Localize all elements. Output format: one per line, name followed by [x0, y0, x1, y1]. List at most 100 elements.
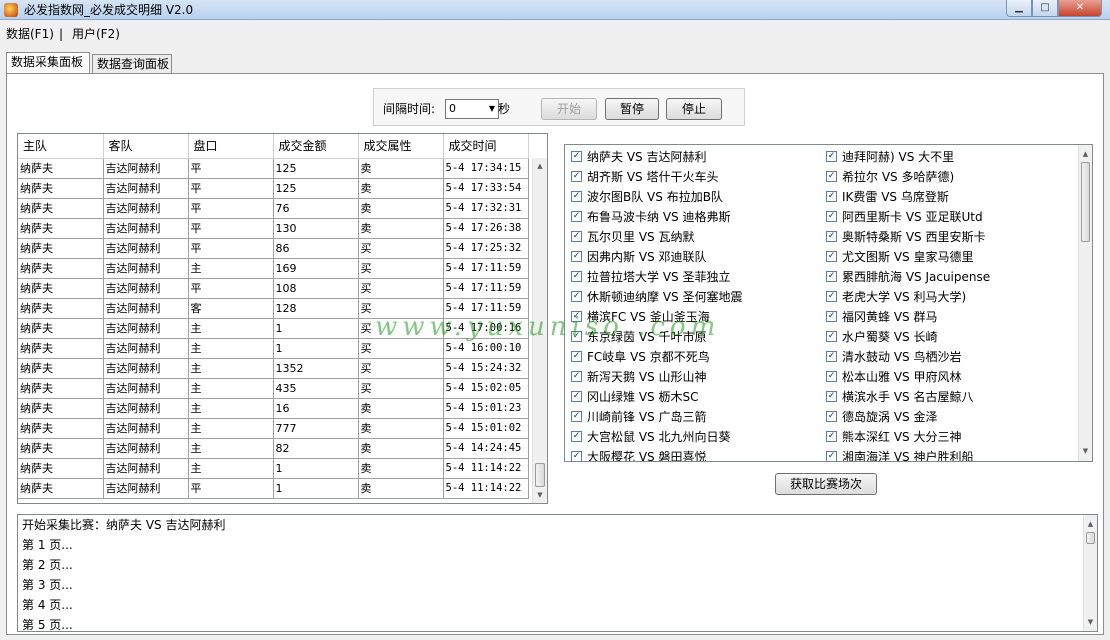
checkbox-checked-icon[interactable]: ✓	[571, 311, 582, 322]
checkbox-checked-icon[interactable]: ✓	[826, 251, 837, 262]
table-row[interactable]: 纳萨夫 吉达阿赫利主 1 买 5-4 16:00:10	[18, 338, 529, 359]
checkbox-checked-icon[interactable]: ✓	[826, 231, 837, 242]
log-line: 第 1 页...	[22, 538, 73, 552]
table-row[interactable]: 纳萨夫 吉达阿赫利平 125 卖 5-4 17:34:15	[18, 158, 529, 179]
maximize-button[interactable]: □	[1032, 0, 1058, 17]
checkbox-checked-icon[interactable]: ✓	[571, 431, 582, 442]
interval-value: 0	[449, 102, 456, 115]
table-row[interactable]: 纳萨夫 吉达阿赫利平 86 买 5-4 17:25:32	[18, 238, 529, 259]
checkbox-checked-icon[interactable]: ✓	[571, 371, 582, 382]
interval-select[interactable]: 0 ▼	[445, 99, 499, 119]
table-row[interactable]: 纳萨夫 吉达阿赫利平 108 买 5-4 17:11:59	[18, 278, 529, 299]
minimize-button[interactable]: ▁	[1006, 0, 1032, 17]
checkbox-checked-icon[interactable]: ✓	[826, 391, 837, 402]
checkbox-checked-icon[interactable]: ✓	[826, 211, 837, 222]
table-cell: 吉达阿赫利	[103, 238, 189, 259]
match-label: IK费雷 VS 乌席登斯	[842, 190, 949, 204]
checkbox-checked-icon[interactable]: ✓	[826, 451, 837, 461]
stop-button[interactable]: 停止	[666, 98, 722, 120]
log-output[interactable]: ▲ ▼ 开始采集比赛：纳萨夫 VS 吉达阿赫利第 1 页... 第 2 页... 第…	[17, 514, 1098, 632]
checkbox-checked-icon[interactable]: ✓	[571, 271, 582, 282]
table-row[interactable]: 纳萨夫 吉达阿赫利主 1 卖 5-4 11:14:22	[18, 458, 529, 479]
table-cell: 125	[273, 158, 359, 179]
table-row[interactable]: 纳萨夫 吉达阿赫利客 128 买 5-4 17:11:59	[18, 298, 529, 319]
scroll-down-icon[interactable]: ▼	[533, 489, 547, 501]
scroll-down-icon[interactable]: ▼	[1084, 616, 1097, 628]
pause-button[interactable]: 暂停	[605, 98, 659, 120]
table-row[interactable]: 纳萨夫 吉达阿赫利主 1352 买 5-4 15:24:32	[18, 358, 529, 379]
checkbox-checked-icon[interactable]: ✓	[571, 251, 582, 262]
header-attribute[interactable]: 成交属性	[358, 134, 444, 159]
header-away-team[interactable]: 客队	[103, 134, 189, 159]
scroll-up-icon[interactable]: ▲	[1084, 518, 1097, 530]
checkbox-checked-icon[interactable]: ✓	[571, 411, 582, 422]
table-row[interactable]: 纳萨夫 吉达阿赫利主 777 卖 5-4 15:01:02	[18, 418, 529, 439]
match-label: FC岐阜 VS 京都不死鸟	[587, 350, 710, 364]
table-row[interactable]: 纳萨夫 吉达阿赫利主 435 买 5-4 15:02:05	[18, 378, 529, 399]
checkbox-checked-icon[interactable]: ✓	[826, 271, 837, 282]
scroll-thumb[interactable]	[1081, 162, 1090, 242]
scroll-thumb[interactable]	[535, 463, 545, 487]
header-time[interactable]: 成交时间	[443, 134, 529, 159]
table-row[interactable]: 纳萨夫 吉达阿赫利主 169 买 5-4 17:11:59	[18, 258, 529, 279]
table-cell: 1352	[273, 358, 359, 379]
table-row[interactable]: 纳萨夫 吉达阿赫利平 130 卖 5-4 17:26:38	[18, 218, 529, 239]
log-scrollbar[interactable]: ▲ ▼	[1083, 515, 1097, 631]
table-cell: 主	[188, 318, 274, 339]
table-row[interactable]: 纳萨夫 吉达阿赫利主 16 卖 5-4 15:01:23	[18, 398, 529, 419]
checkbox-checked-icon[interactable]: ✓	[826, 151, 837, 162]
checkbox-checked-icon[interactable]: ✓	[571, 451, 582, 461]
checkbox-checked-icon[interactable]: ✓	[571, 331, 582, 342]
table-cell: 5-4 15:01:23	[443, 398, 529, 419]
table-row[interactable]: 纳萨夫 吉达阿赫利主 82 卖 5-4 14:24:45	[18, 438, 529, 459]
close-button[interactable]: ✕	[1058, 0, 1102, 17]
table-row[interactable]: 纳萨夫 吉达阿赫利平 76 卖 5-4 17:32:31	[18, 198, 529, 219]
scroll-thumb[interactable]	[1086, 532, 1095, 544]
table-row[interactable]: 纳萨夫 吉达阿赫利主 1 买 5-4 17:00:16	[18, 318, 529, 339]
checkbox-checked-icon[interactable]: ✓	[571, 351, 582, 362]
header-handicap[interactable]: 盘口	[188, 134, 274, 159]
match-scrollbar[interactable]: ▲ ▼	[1078, 145, 1092, 461]
checkbox-checked-icon[interactable]: ✓	[826, 171, 837, 182]
checkbox-checked-icon[interactable]: ✓	[826, 191, 837, 202]
table-cell: 125	[273, 178, 359, 199]
match-label: 东京绿茵 VS 千叶市原	[587, 330, 707, 344]
fetch-matches-button[interactable]: 获取比赛场次	[775, 473, 877, 495]
checkbox-checked-icon[interactable]: ✓	[571, 211, 582, 222]
match-checklist: ▲ ▼ ✓ 纳萨夫 VS 吉达阿赫利 ✓ 胡齐斯 VS 塔什干火车头 ✓ 波尔图B队 VS…	[564, 144, 1093, 462]
tab-data-query[interactable]: 数据查询面板	[92, 54, 172, 74]
table-cell: 吉达阿赫利	[103, 338, 189, 359]
checkbox-checked-icon[interactable]: ✓	[571, 391, 582, 402]
checkbox-checked-icon[interactable]: ✓	[571, 171, 582, 182]
table-cell: 5-4 17:11:59	[443, 258, 529, 279]
start-button[interactable]: 开始	[541, 98, 597, 120]
scroll-up-icon[interactable]: ▲	[533, 160, 547, 172]
table-cell: 平	[188, 198, 274, 219]
table-scrollbar[interactable]: ▲ ▼	[532, 158, 547, 503]
header-home-team[interactable]: 主队	[18, 134, 104, 159]
table-cell: 76	[273, 198, 359, 219]
scroll-down-icon[interactable]: ▼	[1079, 445, 1092, 457]
checkbox-checked-icon[interactable]: ✓	[826, 331, 837, 342]
menu-data[interactable]: 数据(F1)	[6, 24, 54, 44]
checkbox-checked-icon[interactable]: ✓	[826, 411, 837, 422]
table-row[interactable]: 纳萨夫 吉达阿赫利平 125 卖 5-4 17:33:54	[18, 178, 529, 199]
checkbox-checked-icon[interactable]: ✓	[571, 231, 582, 242]
scroll-up-icon[interactable]: ▲	[1079, 148, 1092, 160]
checkbox-checked-icon[interactable]: ✓	[571, 151, 582, 162]
table-cell: 买	[358, 278, 444, 299]
checkbox-checked-icon[interactable]: ✓	[571, 191, 582, 202]
table-cell: 主	[188, 258, 274, 279]
checkbox-checked-icon[interactable]: ✓	[826, 371, 837, 382]
checkbox-checked-icon[interactable]: ✓	[826, 291, 837, 302]
checkbox-checked-icon[interactable]: ✓	[826, 351, 837, 362]
table-cell: 5-4 17:11:59	[443, 278, 529, 299]
checkbox-checked-icon[interactable]: ✓	[826, 431, 837, 442]
header-amount[interactable]: 成交金额	[273, 134, 359, 159]
log-line: 第 4 页...	[22, 598, 73, 612]
table-row[interactable]: 纳萨夫 吉达阿赫利平 1 卖 5-4 11:14:22	[18, 478, 529, 499]
tab-data-collection[interactable]: 数据采集面板	[6, 52, 90, 74]
checkbox-checked-icon[interactable]: ✓	[826, 311, 837, 322]
menu-user[interactable]: 用户(F2)	[72, 24, 120, 44]
checkbox-checked-icon[interactable]: ✓	[571, 291, 582, 302]
